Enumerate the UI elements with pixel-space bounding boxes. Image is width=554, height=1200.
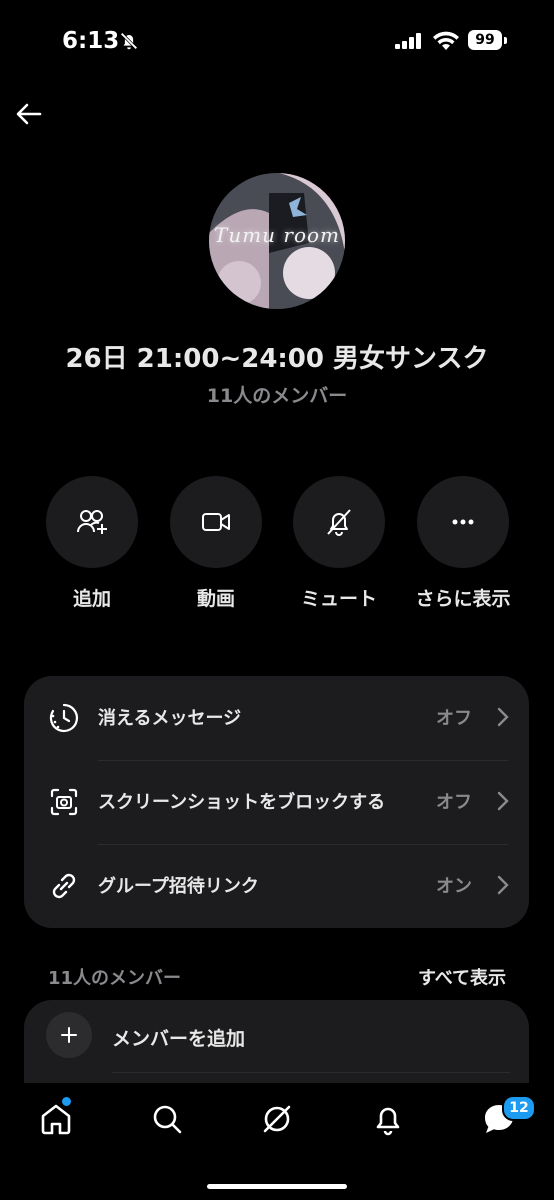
members-header: 11人のメンバー (48, 968, 182, 989)
setting-row-disappearing-messages[interactable]: 消えるメッセージ オフ (24, 676, 529, 760)
settings-card: 消えるメッセージ オフ スクリーンショットをブロックする オフ グループ招待リン… (24, 676, 529, 928)
see-all-link[interactable]: すべて表示 (418, 964, 506, 990)
battery-indicator: 99 (468, 30, 502, 50)
video-label[interactable]: 動画 (151, 584, 281, 611)
member-count[interactable]: 11人のメンバー (0, 381, 554, 408)
setting-row-block-screenshots[interactable]: スクリーンショットをブロックする オフ (24, 760, 529, 844)
home-indicator (207, 1184, 347, 1189)
chevron-right-icon (497, 791, 509, 811)
status-time: 6:13 (62, 28, 120, 54)
home-notification-dot (60, 1095, 73, 1108)
more-label[interactable]: さらに表示 (398, 584, 528, 611)
mute-label[interactable]: ミュート (274, 584, 404, 611)
video-icon (202, 513, 230, 531)
setting-value: オフ (436, 708, 472, 729)
add-member-row[interactable]: メンバーを追加 (24, 1000, 529, 1072)
timer-icon (49, 703, 79, 733)
setting-label: 消えるメッセージ (98, 708, 242, 729)
avatar-caption: Tumu room (213, 223, 341, 247)
setting-value: オフ (436, 792, 472, 813)
bottom-tab-bar: 12 (0, 1083, 554, 1200)
signal-icon (395, 33, 421, 49)
setting-label: グループ招待リンク (98, 876, 259, 897)
add-people-icon (77, 510, 107, 534)
grok-icon[interactable] (259, 1101, 295, 1137)
chevron-right-icon (497, 707, 509, 727)
setting-value: オン (436, 876, 472, 897)
plus-icon (61, 1027, 77, 1043)
setting-row-invite-link[interactable]: グループ招待リンク オン (24, 844, 529, 928)
battery-tip (504, 37, 507, 44)
add-member-button (46, 1012, 92, 1058)
wifi-icon (433, 31, 459, 50)
group-avatar[interactable]: Tumu room (209, 173, 345, 309)
add-member-label: メンバーを追加 (112, 1028, 246, 1050)
link-icon (52, 873, 76, 899)
back-arrow-icon[interactable] (14, 99, 44, 129)
screenshot-icon (50, 788, 78, 816)
mute-button[interactable] (293, 476, 385, 568)
video-button[interactable] (170, 476, 262, 568)
search-icon[interactable] (149, 1101, 185, 1137)
more-icon (452, 519, 474, 525)
group-title: 26日 21:00~24:00 男女サンスク (65, 344, 489, 374)
add-button[interactable] (46, 476, 138, 568)
messages-badge: 12 (502, 1095, 536, 1121)
more-button[interactable] (417, 476, 509, 568)
notifications-icon[interactable] (370, 1101, 406, 1137)
bell-off-icon (327, 509, 351, 536)
chevron-right-icon (497, 875, 509, 895)
bell-off-icon (120, 32, 138, 50)
setting-label: スクリーンショットをブロックする (98, 792, 386, 813)
divider (112, 1072, 510, 1073)
add-label[interactable]: 追加 (27, 584, 157, 611)
